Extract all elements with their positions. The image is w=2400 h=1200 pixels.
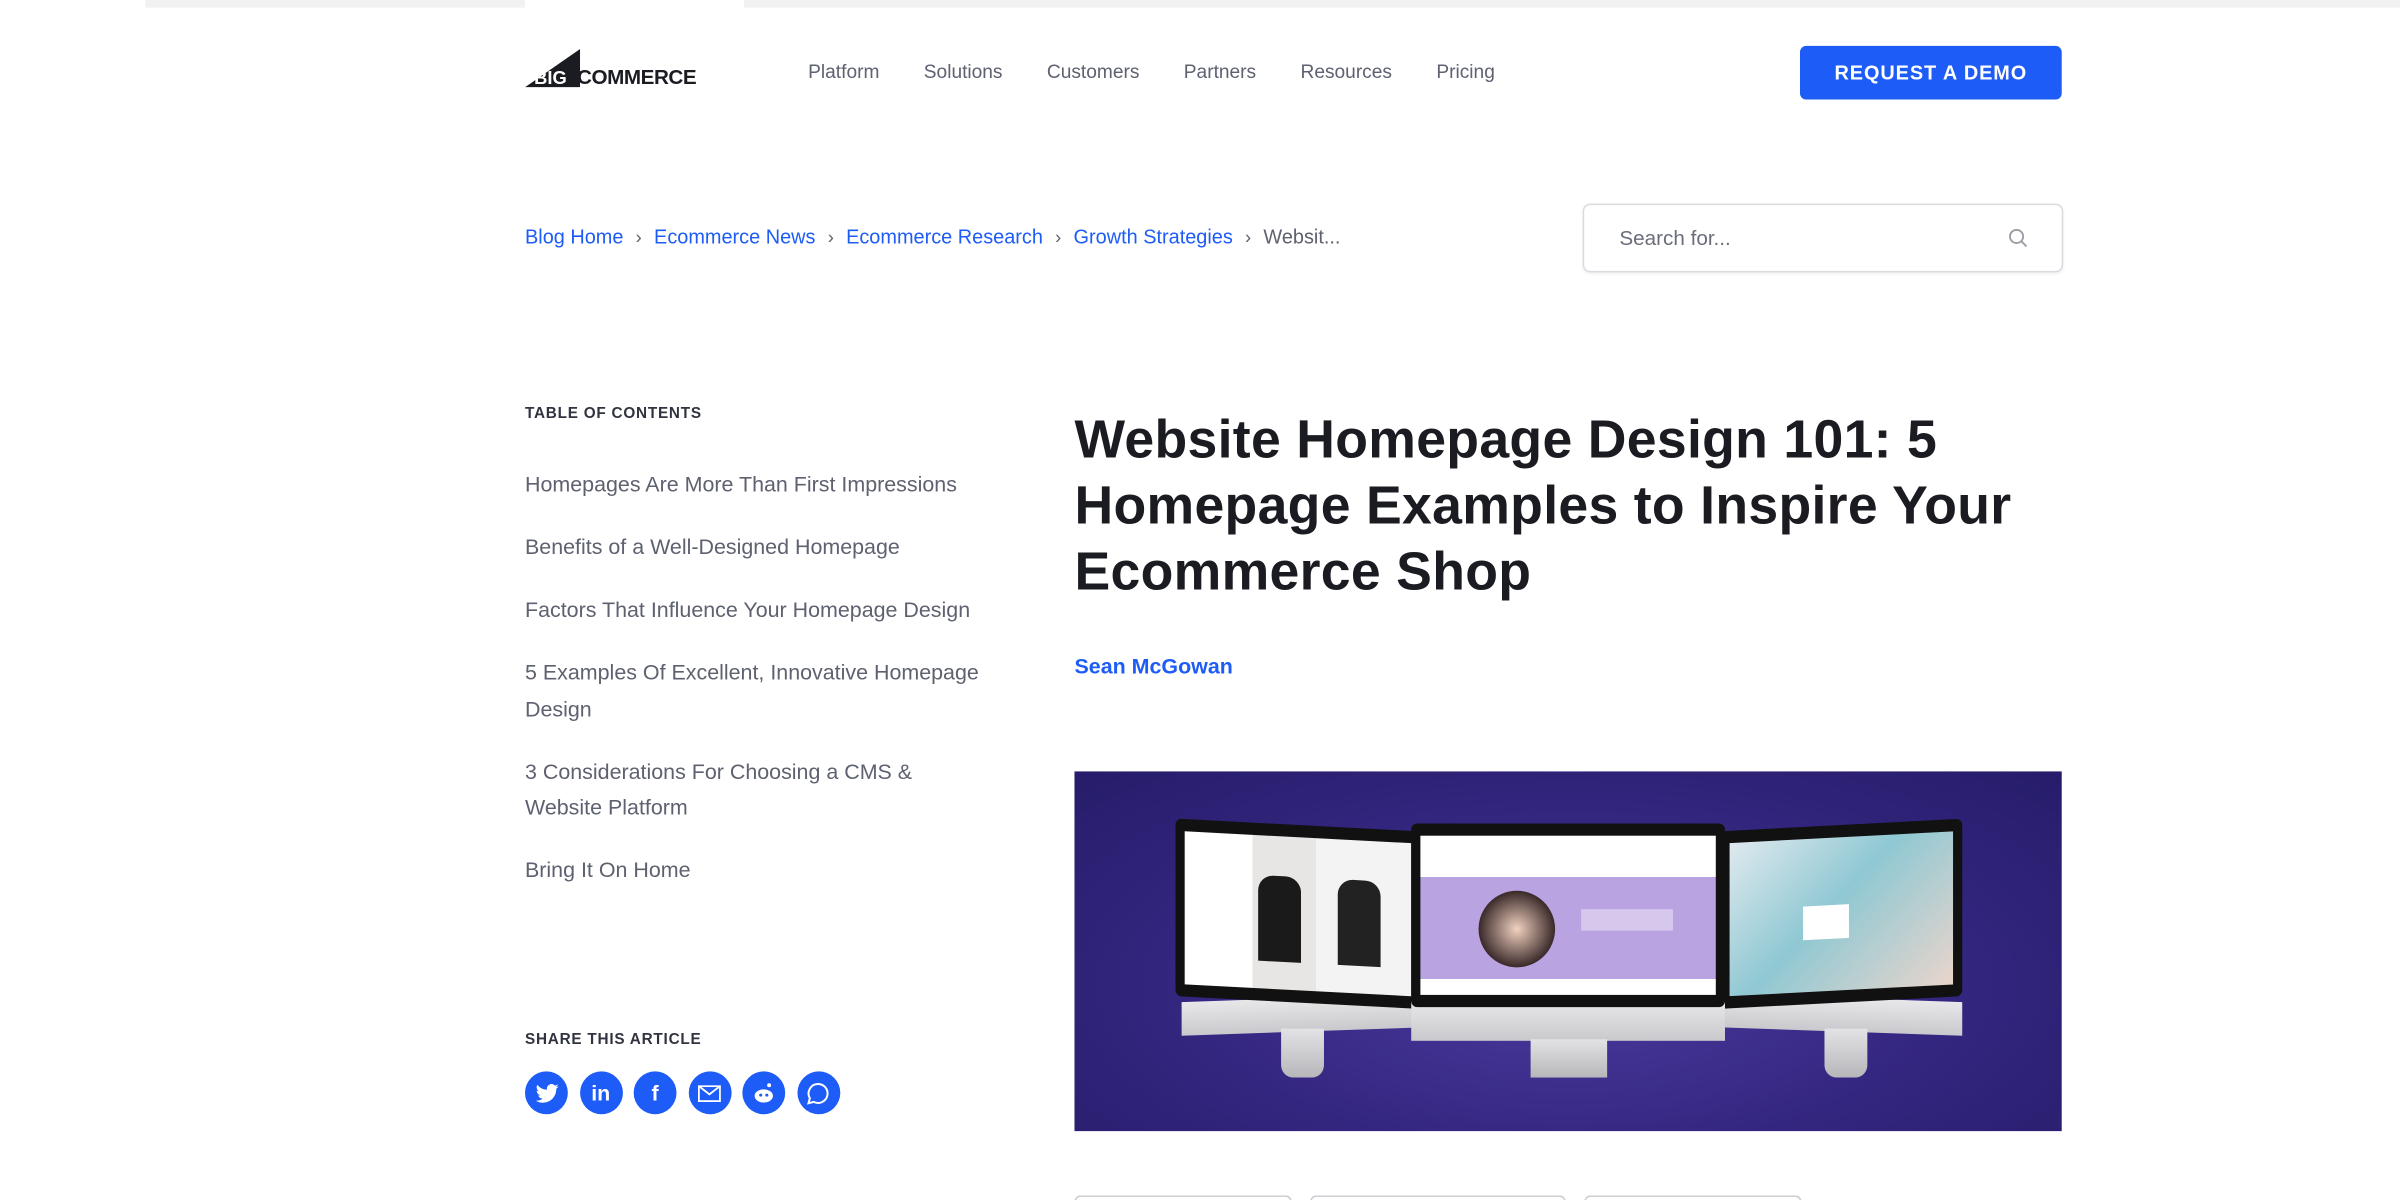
table-of-contents: Homepages Are More Than First Impression… [525, 467, 984, 915]
breadcrumb-ecommerce-news[interactable]: Ecommerce News [654, 225, 815, 248]
nav-solutions[interactable]: Solutions [924, 61, 1003, 82]
chevron-right-icon: › [635, 225, 642, 248]
twitter-icon[interactable] [524, 1071, 568, 1115]
hero-image [1074, 771, 2062, 1132]
whatsapp-icon[interactable] [796, 1071, 840, 1115]
article-tags [1074, 1195, 1802, 1200]
article-title: Website Homepage Design 101: 5 Homepage … [1074, 410, 2012, 602]
chevron-right-icon: › [1245, 225, 1252, 248]
toc-item[interactable]: Factors That Influence Your Homepage Des… [525, 592, 984, 628]
search-box [1582, 203, 2064, 273]
nav-customers[interactable]: Customers [1047, 61, 1140, 82]
nav-pricing[interactable]: Pricing [1436, 61, 1494, 82]
logo-triangle-icon: BIG [524, 48, 581, 88]
tag-button[interactable] [1584, 1195, 1802, 1200]
toc-item[interactable]: Bring It On Home [525, 853, 984, 889]
breadcrumb-blog-home[interactable]: Blog Home [525, 225, 623, 248]
logo-wordmark: COMMERCE [577, 65, 697, 89]
main-nav: Platform Solutions Customers Partners Re… [808, 61, 1539, 82]
chevron-right-icon: › [827, 225, 834, 248]
toc-item[interactable]: 5 Examples Of Excellent, Innovative Home… [525, 655, 984, 727]
browser-tab-strip [145, 0, 2400, 8]
breadcrumb-ecommerce-research[interactable]: Ecommerce Research [846, 225, 1043, 248]
search-input[interactable] [1616, 224, 1990, 252]
facebook-icon[interactable]: f [633, 1071, 677, 1115]
toc-heading: TABLE OF CONTENTS [524, 405, 702, 423]
nav-resources[interactable]: Resources [1301, 61, 1392, 82]
request-demo-button[interactable]: REQUEST A DEMO [1799, 45, 2062, 100]
toc-item[interactable]: Benefits of a Well-Designed Homepage [525, 530, 984, 566]
tag-button[interactable] [1310, 1195, 1566, 1200]
breadcrumb: Blog Home › Ecommerce News › Ecommerce Res… [525, 225, 1340, 248]
linkedin-icon[interactable]: in [579, 1071, 623, 1115]
share-heading: SHARE THIS ARTICLE [524, 1031, 702, 1049]
bigcommerce-logo[interactable]: BIG COMMERCE [524, 48, 697, 89]
nav-partners[interactable]: Partners [1184, 61, 1256, 82]
search-icon[interactable] [2008, 228, 2028, 248]
reddit-icon[interactable] [742, 1071, 786, 1115]
share-buttons: in f [524, 1071, 840, 1115]
breadcrumb-current: Websit... [1263, 224, 1341, 248]
breadcrumb-growth-strategies[interactable]: Growth Strategies [1074, 225, 1233, 248]
toc-item[interactable]: Homepages Are More Than First Impression… [525, 467, 984, 503]
email-icon[interactable] [688, 1071, 731, 1115]
svg-text:BIG: BIG [534, 67, 567, 87]
chevron-right-icon: › [1055, 225, 1062, 248]
toc-item[interactable]: 3 Considerations For Choosing a CMS & We… [525, 754, 984, 826]
nav-platform[interactable]: Platform [808, 61, 879, 82]
author-link[interactable]: Sean McGowan [1074, 654, 1232, 678]
tag-button[interactable] [1074, 1195, 1292, 1200]
